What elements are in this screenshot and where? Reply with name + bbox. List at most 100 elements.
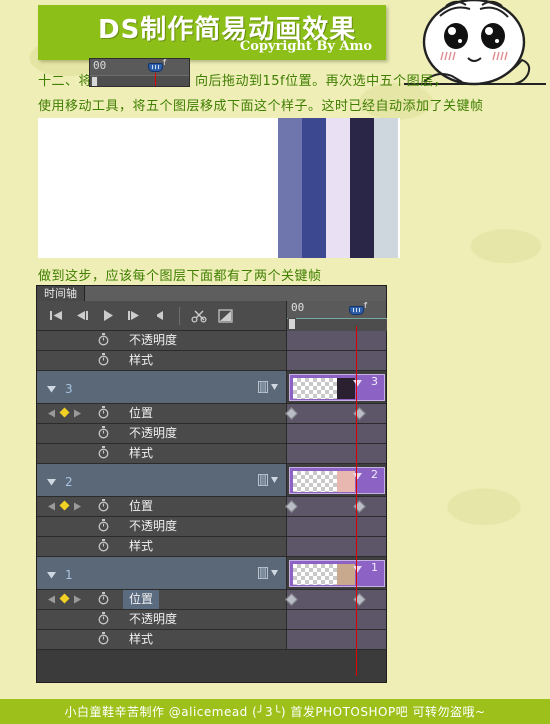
- property-row-left[interactable]: 位置: [37, 590, 286, 609]
- stopwatch-icon[interactable]: [98, 333, 109, 349]
- filmstrip-menu[interactable]: [258, 474, 278, 486]
- layer-track[interactable]: 3: [286, 371, 386, 403]
- stopwatch-icon[interactable]: [98, 632, 109, 648]
- property-track[interactable]: [286, 444, 386, 463]
- playhead-unit-label: f: [363, 301, 368, 310]
- filmstrip-menu[interactable]: [258, 567, 278, 579]
- property-row-left[interactable]: 不透明度: [37, 424, 286, 443]
- timeline-toolbar: 00 f: [37, 301, 387, 331]
- property-row-left[interactable]: 样式: [37, 351, 286, 370]
- clip-bar[interactable]: 2: [289, 467, 385, 494]
- clip-bar[interactable]: 1: [289, 560, 385, 587]
- property-row-left[interactable]: 位置: [37, 404, 286, 423]
- clip-chevron-icon[interactable]: [353, 470, 362, 483]
- property-track[interactable]: [286, 331, 386, 350]
- timeline-layer-header-2[interactable]: 22: [37, 464, 386, 497]
- property-track[interactable]: [285, 590, 386, 609]
- previous-keyframe-icon[interactable]: [47, 408, 56, 421]
- keyframe-marker[interactable]: [285, 500, 298, 513]
- keyframe-navigator[interactable]: [47, 593, 82, 607]
- timeline-property-row-13[interactable]: 样式: [37, 630, 386, 650]
- layer-track[interactable]: 2: [286, 464, 386, 496]
- next-keyframe-icon[interactable]: [73, 594, 82, 607]
- property-track[interactable]: [285, 404, 386, 423]
- tab-timeline[interactable]: 时间轴: [37, 286, 85, 301]
- layer-header-left[interactable]: 1: [37, 557, 286, 589]
- keyframe-navigator[interactable]: [47, 500, 82, 514]
- go-to-first-frame-icon[interactable]: [43, 305, 69, 327]
- stopwatch-icon[interactable]: [98, 612, 109, 628]
- ruler-zoom-handle[interactable]: [288, 318, 296, 330]
- previous-keyframe-icon[interactable]: [47, 501, 56, 514]
- add-keyframe-icon[interactable]: [59, 407, 70, 421]
- clip-thumbnail: [293, 378, 355, 399]
- property-row-left[interactable]: 不透明度: [37, 331, 286, 350]
- clip-chevron-icon[interactable]: [353, 377, 362, 390]
- playhead-marker[interactable]: f: [349, 301, 368, 317]
- timeline-ruler[interactable]: 00 f: [286, 301, 387, 331]
- play-icon[interactable]: [95, 305, 121, 327]
- property-track[interactable]: [286, 351, 386, 370]
- stopwatch-icon[interactable]: [98, 519, 109, 535]
- timeline-layer-header-1[interactable]: 11: [37, 557, 386, 590]
- next-frame-icon[interactable]: [121, 305, 147, 327]
- chevron-down-icon[interactable]: [47, 383, 56, 396]
- keyframe-marker[interactable]: [285, 407, 298, 420]
- filmstrip-menu[interactable]: [258, 381, 278, 393]
- layer-header-left[interactable]: 2: [37, 464, 286, 496]
- clip-chevron-icon[interactable]: [353, 563, 362, 576]
- timeline-layer-header-3[interactable]: 33: [37, 371, 386, 404]
- property-track[interactable]: [286, 517, 386, 536]
- add-keyframe-icon[interactable]: [59, 593, 70, 607]
- stopwatch-icon[interactable]: [98, 539, 109, 555]
- property-track[interactable]: [286, 537, 386, 556]
- property-label: 样式: [129, 446, 154, 460]
- timeline-property-row-12[interactable]: 不透明度: [37, 610, 386, 630]
- stopwatch-icon[interactable]: [98, 406, 109, 422]
- layer-header-left[interactable]: 3: [37, 371, 286, 403]
- timeline-property-row-11[interactable]: 位置: [37, 590, 386, 610]
- timeline-property-row-9[interactable]: 样式: [37, 537, 386, 557]
- inline-playhead-marker: f: [148, 59, 167, 74]
- property-row-left[interactable]: 样式: [37, 444, 286, 463]
- banner-copyright: Copyright By Amo: [239, 39, 372, 54]
- property-row-left[interactable]: 不透明度: [37, 610, 286, 629]
- keyframe-navigator[interactable]: [47, 407, 82, 421]
- keyframe-marker[interactable]: [285, 593, 298, 606]
- stopwatch-icon[interactable]: [98, 353, 109, 369]
- clip-bar[interactable]: 3: [289, 374, 385, 401]
- timeline-property-row-3[interactable]: 位置: [37, 404, 386, 424]
- property-row-left[interactable]: 位置: [37, 497, 286, 516]
- add-keyframe-icon[interactable]: [59, 500, 70, 514]
- property-track[interactable]: [286, 610, 386, 629]
- stopwatch-icon[interactable]: [98, 426, 109, 442]
- property-track[interactable]: [285, 497, 386, 516]
- clip-number-label: 1: [371, 561, 378, 574]
- inline-ruler-track: [90, 75, 189, 86]
- next-keyframe-icon[interactable]: [73, 501, 82, 514]
- timeline-property-row-0[interactable]: 不透明度: [37, 331, 386, 351]
- next-keyframe-icon[interactable]: [73, 408, 82, 421]
- ruler-track[interactable]: [287, 318, 387, 331]
- previous-frame-icon[interactable]: [69, 305, 95, 327]
- layer-track[interactable]: 1: [286, 557, 386, 589]
- chevron-down-icon[interactable]: [47, 476, 56, 489]
- property-row-left[interactable]: 样式: [37, 537, 286, 556]
- property-row-left[interactable]: 不透明度: [37, 517, 286, 536]
- timeline-property-row-7[interactable]: 位置: [37, 497, 386, 517]
- transition-icon[interactable]: [212, 305, 238, 327]
- timeline-property-row-5[interactable]: 样式: [37, 444, 386, 464]
- audio-icon[interactable]: [147, 305, 173, 327]
- chevron-down-icon[interactable]: [47, 569, 56, 582]
- timeline-property-row-1[interactable]: 样式: [37, 351, 386, 371]
- property-track[interactable]: [286, 424, 386, 443]
- property-row-left[interactable]: 样式: [37, 630, 286, 649]
- timeline-property-row-8[interactable]: 不透明度: [37, 517, 386, 537]
- stopwatch-icon[interactable]: [98, 499, 109, 515]
- stopwatch-icon[interactable]: [98, 446, 109, 462]
- timeline-property-row-4[interactable]: 不透明度: [37, 424, 386, 444]
- stopwatch-icon[interactable]: [98, 592, 109, 608]
- previous-keyframe-icon[interactable]: [47, 594, 56, 607]
- property-track[interactable]: [286, 630, 386, 649]
- scissors-icon[interactable]: [186, 305, 212, 327]
